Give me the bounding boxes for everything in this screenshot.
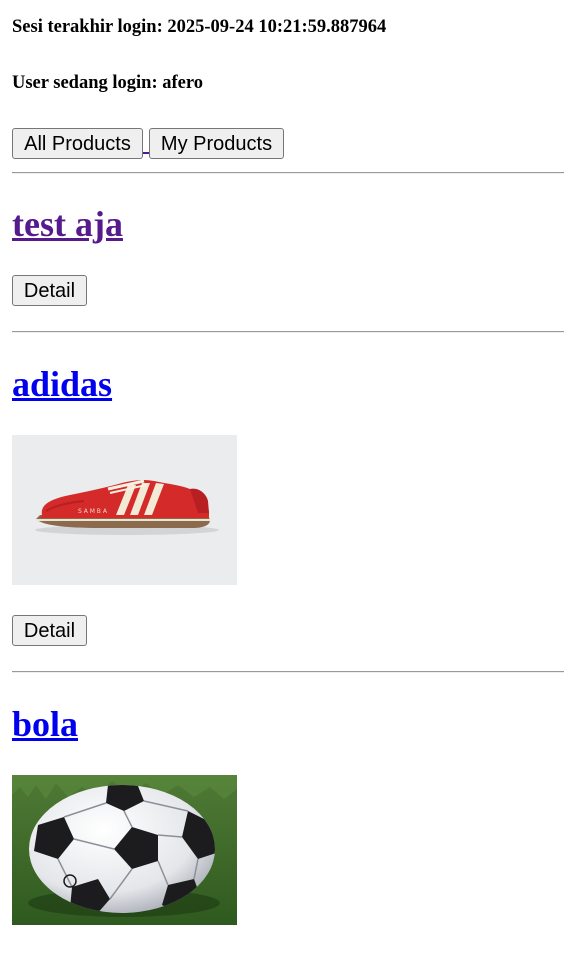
red-sneaker-icon: S A M B A bbox=[12, 435, 237, 585]
product-link[interactable]: adidas bbox=[12, 364, 112, 404]
divider bbox=[12, 172, 564, 174]
product-link[interactable]: test aja bbox=[12, 204, 123, 244]
last-login-text: Sesi terakhir login: 2025-09-24 10:21:59… bbox=[12, 17, 387, 37]
all-products-button[interactable]: All Products bbox=[12, 128, 143, 159]
product-image-ball bbox=[12, 775, 237, 925]
product-title: adidas bbox=[12, 364, 112, 404]
product-title: bola bbox=[12, 704, 78, 744]
product-link[interactable]: bola bbox=[12, 704, 78, 744]
svg-text:S A M B A: S A M B A bbox=[78, 508, 108, 515]
product-title: test aja bbox=[12, 204, 123, 244]
product-image-sneaker: S A M B A bbox=[12, 435, 237, 585]
divider bbox=[12, 331, 564, 333]
detail-button[interactable]: Detail bbox=[12, 275, 87, 306]
divider bbox=[12, 671, 564, 673]
current-user-text: User sedang login: afero bbox=[12, 73, 203, 93]
soccer-ball-icon bbox=[12, 775, 237, 925]
my-products-button[interactable]: My Products bbox=[149, 128, 284, 159]
detail-button[interactable]: Detail bbox=[12, 615, 87, 646]
